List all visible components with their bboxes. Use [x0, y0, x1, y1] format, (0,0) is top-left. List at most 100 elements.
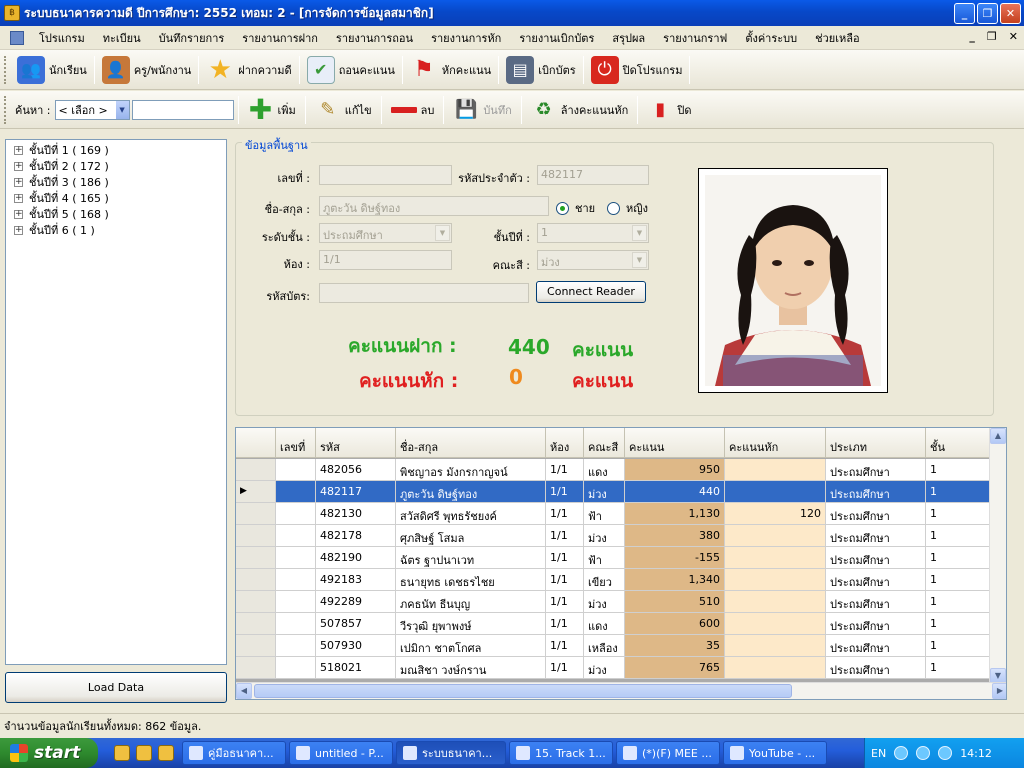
card-field[interactable] [319, 283, 529, 303]
horizontal-scrollbar[interactable]: ◀ ▶ [236, 682, 1006, 699]
cell-type[interactable]: ประถมศึกษา [826, 459, 926, 480]
cell-no[interactable] [276, 547, 316, 568]
cell-no[interactable] [276, 481, 316, 502]
grade-select[interactable]: 1 ▼ [537, 223, 649, 243]
cell-grade[interactable]: 1 [926, 657, 991, 678]
cell-deduct[interactable] [725, 591, 826, 612]
tree-node[interactable]: + ชั้นปีที่ 4 ( 165 ) [14, 190, 226, 206]
cell-color[interactable]: ฟ้า [584, 503, 625, 524]
cell-grade[interactable]: 1 [926, 591, 991, 612]
cell-type[interactable]: ประถมศึกษา [826, 481, 926, 502]
add-button[interactable]: ✚ เพิ่ม [240, 93, 304, 126]
cell-id[interactable]: 507857 [316, 613, 396, 634]
cell-deduct[interactable] [725, 657, 826, 678]
chevron-down-icon[interactable]: ▼ [632, 252, 647, 268]
cell-room[interactable]: 1/1 [546, 547, 584, 568]
cell-color[interactable]: เขียว [584, 569, 625, 590]
cell-name[interactable]: พิชญาอร มังกรกาญจน์ [396, 459, 546, 480]
taskbar-window-button[interactable]: YouTube - ... [723, 741, 827, 765]
app-icon[interactable]: ฿ [4, 5, 20, 21]
taskbar-window-button[interactable]: (*)(F) MEE ... [616, 741, 720, 765]
row-header[interactable]: ▶ [236, 481, 276, 502]
column-header[interactable]: คณะสี [584, 428, 625, 457]
cell-score[interactable]: -155 [625, 547, 725, 568]
network-icon[interactable] [916, 746, 931, 760]
cell-deduct[interactable] [725, 569, 826, 590]
cell-grade[interactable]: 1 [926, 569, 991, 590]
cell-name[interactable]: วีรวุฒิ ยุพาพงษ์ [396, 613, 546, 634]
row-header[interactable] [236, 569, 276, 590]
cell-id[interactable]: 507930 [316, 635, 396, 656]
cell-type[interactable]: ประถมศึกษา [826, 525, 926, 546]
close-button[interactable]: ✕ [1000, 3, 1021, 24]
quicklaunch-icon[interactable] [136, 745, 152, 761]
cell-score[interactable]: 1,340 [625, 569, 725, 590]
cell-room[interactable]: 1/1 [546, 459, 584, 480]
mdi-child-icon[interactable] [10, 30, 24, 45]
table-row[interactable]: 482056 พิชญาอร มังกรกาญจน์ 1/1 แดง 950 ประถมศ… [236, 459, 991, 481]
taskbar-window-button[interactable]: 15. Track 1... [509, 741, 613, 765]
cell-type[interactable]: ประถมศึกษา [826, 569, 926, 590]
volume-icon[interactable] [938, 746, 953, 760]
column-header[interactable]: ห้อง [546, 428, 584, 457]
start-button[interactable]: start [0, 738, 98, 768]
minimize-button[interactable]: _ [954, 3, 975, 24]
cell-deduct[interactable] [725, 613, 826, 634]
cell-deduct[interactable] [725, 635, 826, 656]
cell-no[interactable] [276, 503, 316, 524]
level-select[interactable]: ประถมศึกษา ▼ [319, 223, 452, 243]
cell-id[interactable]: 492289 [316, 591, 396, 612]
cell-room[interactable]: 1/1 [546, 503, 584, 524]
table-row[interactable]: 492289 ภคธนัท ธีนบุญ 1/1 ม่วง 510 ประถมศึกษา 1 [236, 591, 991, 613]
cell-color[interactable]: ม่วง [584, 591, 625, 612]
grade-tree[interactable]: + ชั้นปีที่ 1 ( 169 ) + ชั้นปีที่ 2 ( 172 … [5, 139, 227, 665]
quicklaunch-icon[interactable] [158, 745, 174, 761]
cell-score[interactable]: 35 [625, 635, 725, 656]
cell-score[interactable]: 600 [625, 613, 725, 634]
column-header[interactable]: คะแนนหัก [725, 428, 826, 457]
cell-color[interactable]: ฟ้า [584, 547, 625, 568]
tree-node[interactable]: + ชั้นปีที่ 6 ( 1 ) [14, 222, 226, 238]
cell-grade[interactable]: 1 [926, 459, 991, 480]
cell-type[interactable]: ประถมศึกษา [826, 591, 926, 612]
cell-score[interactable]: 765 [625, 657, 725, 678]
taskbar-window-button[interactable]: คู่มือธนาคา... [182, 741, 286, 765]
gender-female-radio[interactable]: หญิง [607, 199, 648, 217]
cell-type[interactable]: ประถมศึกษา [826, 657, 926, 678]
menu-report-withdraw[interactable]: รายงานการถอน [327, 29, 422, 47]
cell-color[interactable]: แดง [584, 459, 625, 480]
deduct-button[interactable]: ⚑ หักคะแนน [404, 53, 497, 87]
edit-button[interactable]: ✎ แก้ไข [307, 94, 380, 126]
cell-id[interactable]: 518021 [316, 657, 396, 678]
members-grid[interactable]: เลขที่ รหัส ชื่อ-สกุล ห้อง คณะสี คะแนน ค… [235, 427, 1007, 700]
tree-node[interactable]: + ชั้นปีที่ 2 ( 172 ) [14, 158, 226, 174]
color-select[interactable]: ม่วง ▼ [537, 250, 649, 270]
withdraw-button[interactable]: ✔ ถอนคะแนน [301, 53, 401, 87]
staff-button[interactable]: 👤 ครู/พนักงาน [96, 53, 197, 87]
name-field[interactable]: ภูตะวัน ดิษฐ์ทอง [319, 196, 549, 216]
cell-deduct[interactable] [725, 481, 826, 502]
cell-no[interactable] [276, 525, 316, 546]
cell-room[interactable]: 1/1 [546, 613, 584, 634]
cell-grade[interactable]: 1 [926, 547, 991, 568]
deposit-button[interactable]: ★ ฝากความดี [200, 53, 297, 87]
cell-id[interactable]: 482056 [316, 459, 396, 480]
row-header[interactable] [236, 635, 276, 656]
table-row[interactable]: 507930 เปมิกา ชาตโกศล 1/1 เหลือง 35 ประถมศึกษ… [236, 635, 991, 657]
expand-icon[interactable]: + [14, 145, 23, 155]
column-header[interactable]: คะแนน [625, 428, 725, 457]
menu-program[interactable]: โปรแกรม [30, 29, 94, 47]
cell-name[interactable]: ศุภสิษฐ์ โสมล [396, 525, 546, 546]
quicklaunch-icon[interactable] [114, 745, 130, 761]
cell-name[interactable]: ฉัตร ฐาปนาเวท [396, 547, 546, 568]
cell-grade[interactable]: 1 [926, 481, 991, 502]
student-id-field[interactable]: 482117 [537, 165, 649, 185]
cell-color[interactable]: แดง [584, 613, 625, 634]
cell-color[interactable]: เหลือง [584, 635, 625, 656]
save-button[interactable]: 💾 บันทึก [445, 94, 519, 126]
cell-name[interactable]: ภูตะวัน ดิษฐ์ทอง [396, 481, 546, 502]
table-row[interactable]: 518021 มณสิชา วงษ์กราน 1/1 ม่วง 765 ประถมศึกษ… [236, 657, 991, 679]
search-input[interactable] [131, 99, 234, 120]
cell-score[interactable]: 380 [625, 525, 725, 546]
clear-deduct-button[interactable]: ♻ ล้างคะแนนหัก [523, 94, 637, 126]
